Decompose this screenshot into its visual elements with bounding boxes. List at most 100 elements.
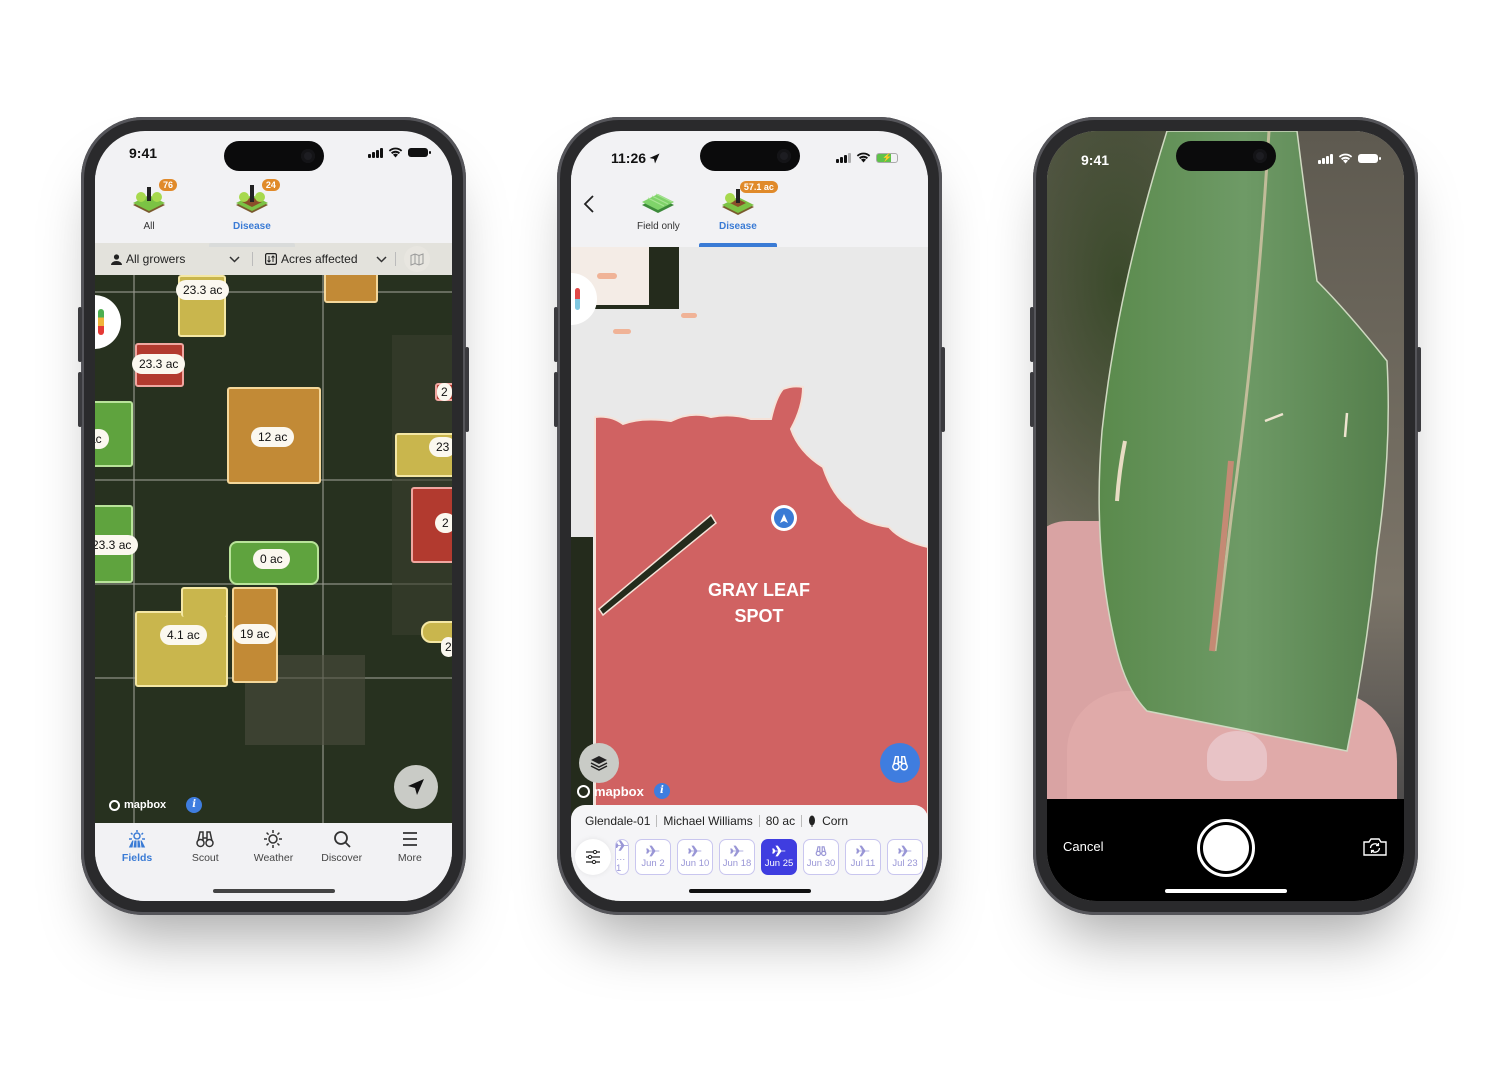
map-view-button[interactable] — [404, 246, 430, 272]
chevron-left-icon — [583, 195, 594, 213]
nav-fields[interactable]: Fields — [107, 823, 167, 901]
phone-field-detail: 11:26 ⚡ Field only 57.1 ac Disease GRAY … — [554, 117, 945, 915]
fields-icon — [127, 830, 147, 849]
wifi-icon — [388, 147, 403, 158]
tab-field-only-label: Field only — [637, 221, 680, 232]
field-acres-label[interactable]: 2 — [437, 383, 452, 401]
airplane-icon — [688, 845, 702, 857]
timeline-filter-button[interactable] — [575, 839, 611, 875]
airplane-icon — [772, 845, 786, 857]
screen: 9:41 Cancel — [1047, 131, 1404, 901]
date-label: Jun 18 — [722, 858, 752, 869]
locate-me-button[interactable] — [394, 765, 438, 809]
all-count-badge: 76 — [158, 179, 177, 191]
camera-controls: Cancel — [1047, 799, 1404, 901]
disease-count-badge: 24 — [261, 179, 280, 191]
mapbox-logo-icon — [109, 799, 120, 811]
shutter-button[interactable] — [1196, 819, 1255, 877]
disease-acres-badge: 57.1 ac — [739, 181, 778, 193]
field-acres-label[interactable]: 23.3 ac — [176, 280, 230, 300]
airplane-icon — [616, 840, 628, 851]
airplane-icon — [646, 845, 660, 857]
tab-disease[interactable]: 24 Disease — [233, 179, 280, 232]
stage: 9:41 76 All 24 Disease All growers Acres… — [0, 0, 1500, 1071]
metric-filter-dropdown[interactable]: Acres affected — [265, 252, 387, 266]
disease-name-label: GRAY LEAF SPOT — [707, 580, 811, 626]
date-chip[interactable]: Jun 2 — [635, 839, 671, 875]
grower-filter-dropdown[interactable]: All growers — [95, 252, 240, 266]
corn-leaf-photo — [1098, 131, 1389, 752]
field-acres-label[interactable]: 23 — [429, 437, 452, 457]
date-chip[interactable]: …1 — [615, 839, 629, 875]
switch-camera-button[interactable] — [1362, 837, 1388, 862]
map-layer-tabs: Field only 57.1 ac Disease — [571, 175, 928, 247]
imagery-date-timeline[interactable]: …1 Jun 2 Jun 10 Jun 18 Jun 25 Jun 30 Jul 11 Jul… — [571, 837, 928, 877]
phone-camera: 9:41 Cancel — [1030, 117, 1421, 915]
search-icon — [333, 831, 351, 848]
scout-button[interactable] — [880, 743, 920, 783]
date-chip-selected[interactable]: Jun 25 — [761, 839, 797, 875]
date-chip[interactable]: Jun 30 — [803, 839, 839, 875]
camera-flip-icon — [1363, 838, 1387, 856]
battery-icon — [1358, 154, 1381, 163]
chevron-down-icon — [376, 255, 387, 263]
back-button[interactable] — [583, 195, 595, 218]
heading-arrow-icon — [780, 513, 788, 523]
legend-toggle[interactable] — [95, 295, 121, 349]
active-tab-indicator — [699, 243, 777, 247]
date-chip[interactable]: Jun 18 — [719, 839, 755, 875]
date-label: Jun 25 — [764, 858, 794, 869]
field-acres-label[interactable]: 0 ac — [253, 549, 290, 569]
crop-name: Corn — [822, 814, 849, 828]
field-acres-label[interactable]: 4.1 ac — [160, 625, 207, 645]
date-label: Jun 30 — [806, 858, 836, 869]
wifi-icon — [856, 152, 871, 163]
nav-more[interactable]: More — [380, 823, 440, 901]
cellular-signal-icon — [836, 152, 851, 163]
status-time: 9:41 — [129, 145, 158, 161]
person-icon — [111, 253, 122, 265]
metric-filter-value: Acres affected — [281, 252, 358, 266]
tab-disease[interactable]: 57.1 ac Disease — [719, 181, 778, 232]
battery-icon — [408, 148, 431, 157]
layers-icon — [590, 756, 608, 771]
disease-map[interactable]: GRAY LEAF SPOT mapbox i — [571, 247, 928, 901]
field-acres-label[interactable]: 2 — [441, 637, 452, 657]
disease-zone-polygon[interactable] — [571, 247, 928, 867]
map-layers-button[interactable] — [579, 743, 619, 783]
home-indicator — [212, 889, 335, 893]
date-chip[interactable]: Jun 10 — [677, 839, 713, 875]
fields-satellite-map[interactable]: 23.3 ac 23.3 ac 12 ac ac 23.3 ac 0 ac 4.… — [95, 275, 452, 823]
cancel-button[interactable]: Cancel — [1063, 839, 1103, 854]
cellular-signal-icon — [1318, 153, 1333, 164]
grower-filter-value: All growers — [126, 252, 186, 266]
mapbox-attribution[interactable]: mapbox i — [577, 783, 670, 799]
field-acres-label[interactable]: 19 ac — [233, 624, 277, 644]
status-time: 9:41 — [1081, 152, 1110, 168]
filter-bar: All growers Acres affected — [95, 243, 452, 275]
date-label: Jul 11 — [850, 858, 876, 869]
location-arrow-icon — [408, 779, 424, 795]
camera-viewfinder[interactable] — [1047, 131, 1404, 901]
mapbox-attribution[interactable]: mapbox i — [109, 797, 203, 813]
binoculars-icon — [196, 831, 215, 848]
tab-all[interactable]: 76 All — [131, 179, 177, 232]
date-label: Jul 23 — [892, 858, 918, 869]
field-acres-label[interactable]: 2 — [435, 513, 452, 533]
date-chip[interactable]: Jul 23 — [887, 839, 923, 875]
tab-field-only[interactable]: Field only — [637, 189, 680, 232]
home-indicator — [688, 889, 811, 893]
date-chip[interactable]: Jul 11 — [845, 839, 881, 875]
field-acres-label[interactable]: 12 ac — [251, 427, 295, 447]
field-acres-label[interactable]: 23.3 ac — [132, 354, 186, 374]
info-icon[interactable]: i — [653, 783, 670, 799]
airplane-icon — [856, 845, 870, 857]
severity-legend-icon — [574, 288, 580, 310]
field-name[interactable]: Glendale-01 — [585, 814, 650, 828]
date-label: Jun 10 — [680, 858, 710, 869]
info-icon[interactable]: i — [186, 797, 203, 813]
menu-icon — [402, 832, 417, 846]
home-indicator — [1164, 889, 1287, 893]
location-services-icon — [649, 153, 660, 163]
field-acres-label[interactable]: 23.3 ac — [95, 535, 139, 555]
